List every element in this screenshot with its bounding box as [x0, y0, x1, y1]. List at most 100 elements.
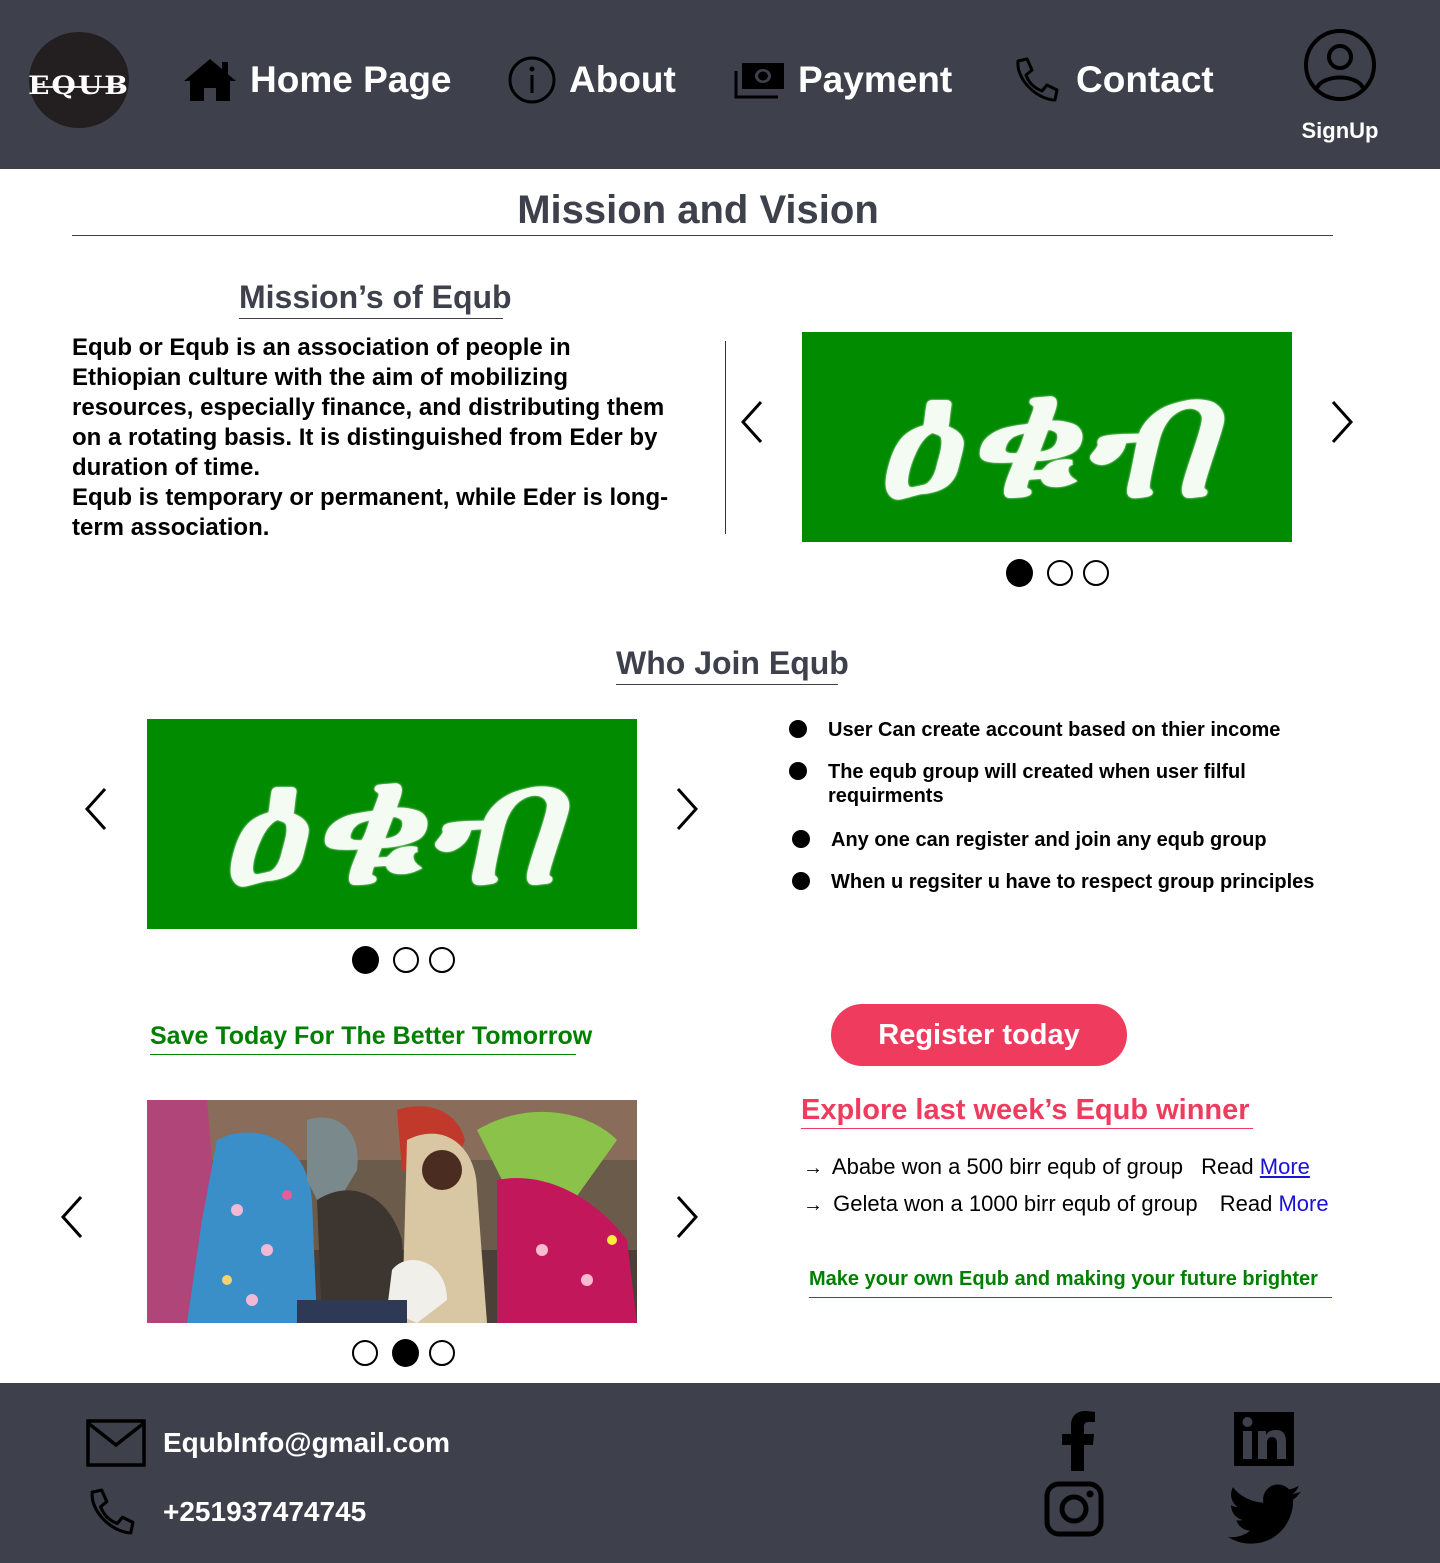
chevron-right-icon	[676, 787, 699, 831]
list-item: Any one can register and join any equb g…	[788, 828, 1328, 852]
tagline-text: Make your own Equb and making your futur…	[809, 1268, 1318, 1290]
list-item-text: Any one can register and join any equb g…	[831, 829, 1267, 851]
signup-link[interactable]: SignUp	[1300, 28, 1380, 144]
who-join-carousel-dots	[352, 946, 455, 974]
nav-payment-label: Payment	[798, 59, 953, 100]
mission-carousel-slide[interactable]: ዕቁብ	[802, 332, 1292, 542]
who-join-carousel-prev[interactable]	[76, 784, 116, 834]
bullet-icon	[792, 872, 810, 890]
who-join-title-underline	[616, 684, 838, 685]
list-item: The equb group will created when user fi…	[788, 760, 1328, 808]
nav-about[interactable]: About	[507, 52, 676, 108]
chevron-left-icon	[740, 400, 763, 444]
signup-label: SignUp	[1301, 118, 1379, 143]
list-item: User Can create account based on thier i…	[788, 718, 1328, 742]
page-title: Mission and Vision	[517, 188, 879, 232]
mission-carousel-next[interactable]	[1322, 397, 1362, 447]
list-item-text: When u regsiter u have to respect group …	[831, 871, 1315, 893]
chevron-right-icon	[1331, 400, 1354, 444]
equb-amharic-image: ዕቁብ	[875, 339, 1219, 534]
market-photo[interactable]	[147, 1100, 637, 1323]
phone-icon	[86, 1487, 148, 1537]
mission-carousel-dots	[1006, 559, 1109, 587]
carousel-dot[interactable]	[1047, 560, 1073, 586]
site-footer: EqubInfo@gmail.com +251937474745	[0, 1383, 1440, 1563]
who-join-carousel-next[interactable]	[667, 784, 707, 834]
chevron-left-icon	[60, 1195, 83, 1239]
nav-contact-label: Contact	[1076, 59, 1214, 100]
who-join-title: Who Join Equb	[616, 645, 849, 685]
register-button[interactable]: Register today	[831, 1004, 1127, 1066]
site-header: EQUB Home Page About Payment Contact Sig…	[0, 0, 1440, 169]
save-heading: Save Today For The Better Tomorrow	[150, 1022, 592, 1055]
mission-paragraph-2: Equb is temporary or permanent, while Ed…	[72, 484, 669, 541]
bullet-icon	[792, 830, 810, 848]
logo-line	[37, 86, 121, 88]
carousel-dot[interactable]	[393, 947, 419, 973]
nav-payment[interactable]: Payment	[734, 52, 952, 108]
carousel-dot[interactable]	[1083, 560, 1109, 586]
nav-contact[interactable]: Contact	[1012, 52, 1214, 108]
twitter-icon[interactable]	[1228, 1483, 1302, 1547]
footer-phone-text: +251937474745	[163, 1496, 367, 1527]
chevron-left-icon	[84, 787, 107, 831]
instagram-icon[interactable]	[1044, 1481, 1104, 1537]
list-item-text: User Can create account based on thier i…	[828, 719, 1281, 741]
arrow-right-icon: →	[803, 1157, 823, 1179]
facebook-icon[interactable]	[1058, 1411, 1098, 1471]
home-icon	[182, 57, 238, 103]
save-heading-text: Save Today For The Better Tomorrow	[150, 1022, 593, 1050]
nav-home[interactable]: Home Page	[182, 52, 452, 108]
phone-icon	[1012, 56, 1060, 104]
vertical-divider	[725, 341, 726, 534]
nav-home-label: Home Page	[250, 59, 452, 100]
read-label: Read	[1219, 1191, 1273, 1216]
carousel-dot[interactable]	[352, 1340, 378, 1366]
footer-email[interactable]: EqubInfo@gmail.com	[86, 1419, 450, 1467]
photo-carousel-prev[interactable]	[52, 1192, 92, 1242]
read-more-link[interactable]: More	[1278, 1191, 1328, 1216]
mission-paragraph-1: Equb or Equb is an association of people…	[72, 334, 665, 481]
who-join-carousel-slide[interactable]: ዕቁብ	[147, 719, 637, 929]
winners-heading-text: Explore last week’s Equb winner	[801, 1094, 1250, 1126]
winners-heading-underline	[801, 1128, 1253, 1129]
footer-phone[interactable]: +251937474745	[86, 1487, 366, 1537]
carousel-dot[interactable]	[392, 1339, 419, 1367]
who-join-title-text: Who Join Equb	[616, 645, 849, 681]
carousel-dot[interactable]	[352, 946, 379, 974]
mission-title-text: Mission’s of Equb	[239, 279, 512, 315]
read-more-link[interactable]: More	[1260, 1154, 1310, 1179]
user-circle-icon	[1304, 29, 1376, 101]
footer-email-text: EqubInfo@gmail.com	[163, 1427, 451, 1458]
mission-title: Mission’s of Equb	[239, 279, 512, 319]
carousel-dot[interactable]	[429, 947, 455, 973]
photo-carousel-dots	[352, 1339, 455, 1367]
info-icon	[507, 55, 557, 105]
photo-carousel-next[interactable]	[667, 1192, 707, 1242]
winner-row: → Ababe won a 500 birr equb of group Rea…	[803, 1154, 1310, 1180]
read-label: Read	[1201, 1154, 1254, 1179]
winners-heading: Explore last week’s Equb winner	[801, 1094, 1253, 1129]
list-item-text: The equb group will created when user fi…	[828, 761, 1246, 807]
money-icon	[734, 59, 786, 101]
carousel-dot[interactable]	[429, 1340, 455, 1366]
mission-title-underline	[239, 318, 503, 319]
bullet-icon	[789, 762, 807, 780]
who-join-list: User Can create account based on thier i…	[788, 718, 1328, 894]
arrow-right-icon: →	[803, 1194, 823, 1216]
mail-icon	[86, 1419, 148, 1467]
winner-text: Ababe won a 500 birr equb of group	[831, 1154, 1183, 1179]
linkedin-icon[interactable]	[1234, 1411, 1294, 1467]
mission-carousel-prev[interactable]	[732, 397, 772, 447]
nav-about-label: About	[569, 59, 676, 100]
equb-logo[interactable]: EQUB	[28, 32, 129, 128]
equb-amharic-image: ዕቁብ	[220, 726, 564, 921]
tagline-underline	[809, 1297, 1332, 1298]
tagline: Make your own Equb and making your futur…	[809, 1268, 1332, 1298]
bullet-icon	[789, 720, 807, 738]
carousel-dot[interactable]	[1006, 559, 1033, 587]
list-item: When u regsiter u have to respect group …	[788, 870, 1328, 894]
mission-paragraph: Equb or Equb is an association of people…	[72, 333, 682, 543]
winner-text: Geleta won a 1000 birr equb of group	[833, 1191, 1198, 1216]
save-heading-underline	[150, 1054, 576, 1055]
